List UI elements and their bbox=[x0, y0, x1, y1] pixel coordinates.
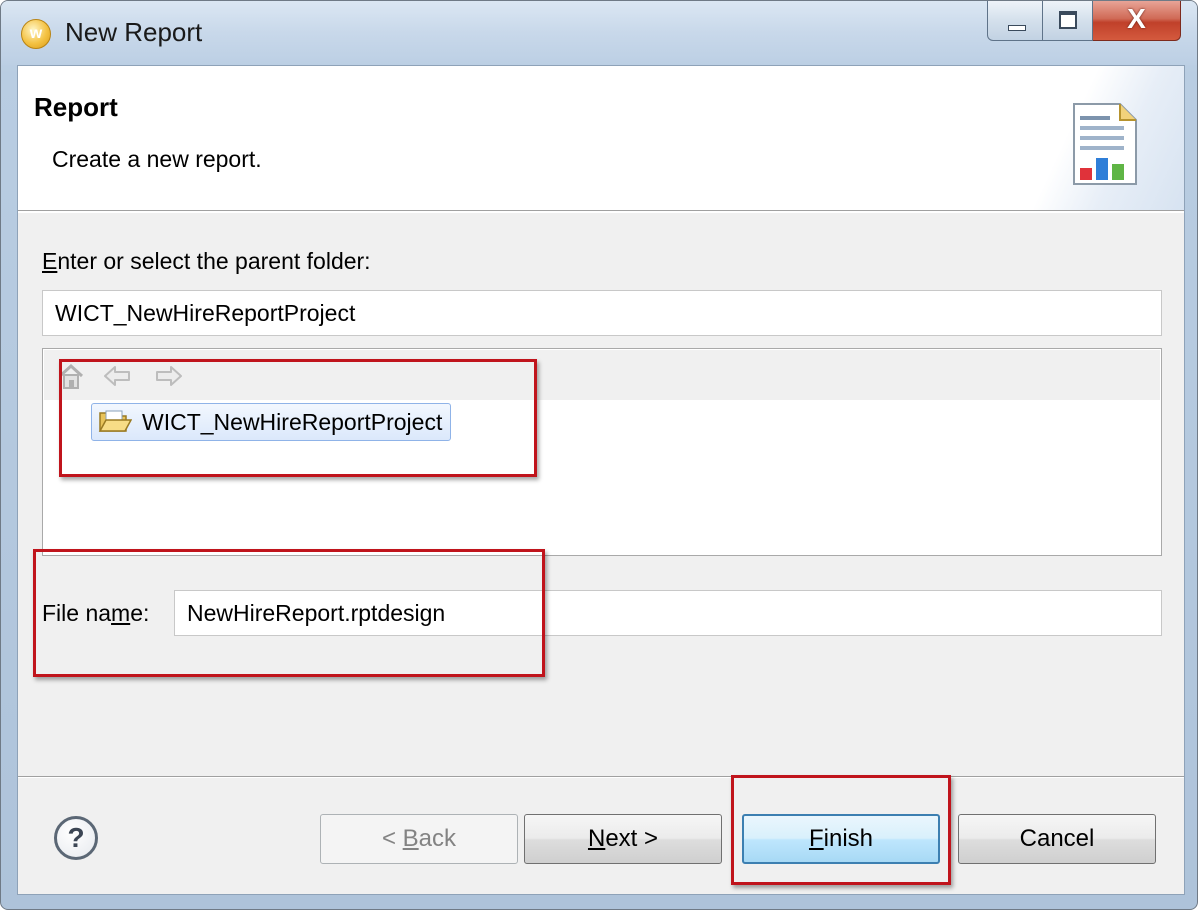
report-icon bbox=[1073, 103, 1137, 185]
parent-folder-label: Enter or select the parent folder: bbox=[42, 248, 371, 274]
header-graphic bbox=[1034, 66, 1184, 210]
new-report-dialog: w New Report X Report Create a new repor… bbox=[0, 0, 1198, 910]
next-button[interactable]: Next > bbox=[524, 814, 722, 864]
close-button[interactable]: X bbox=[1093, 1, 1181, 41]
footer-separator bbox=[18, 776, 1184, 778]
wizard-header: Report Create a new report. bbox=[18, 66, 1184, 213]
close-icon: X bbox=[1127, 3, 1146, 34]
minimize-button[interactable] bbox=[987, 1, 1043, 41]
back-button[interactable]: < Back bbox=[320, 814, 518, 864]
annotation-box-tree bbox=[59, 359, 537, 477]
help-icon[interactable]: ? bbox=[54, 816, 98, 860]
page-title: Report bbox=[34, 92, 118, 122]
maximize-button[interactable] bbox=[1043, 1, 1093, 41]
cancel-button[interactable]: Cancel bbox=[958, 814, 1156, 864]
app-icon: w bbox=[21, 19, 51, 49]
parent-folder-input[interactable]: WICT_NewHireReportProject bbox=[42, 290, 1162, 336]
window-title: New Report bbox=[65, 17, 203, 47]
window-controls: X bbox=[987, 1, 1181, 45]
title-bar[interactable]: w New Report X bbox=[1, 1, 1197, 65]
dialog-client-area: Report Create a new report. Enter or sel… bbox=[17, 65, 1185, 895]
annotation-box-file-name bbox=[33, 549, 545, 677]
page-description: Create a new report. bbox=[52, 146, 262, 172]
annotation-box-finish bbox=[731, 775, 951, 885]
